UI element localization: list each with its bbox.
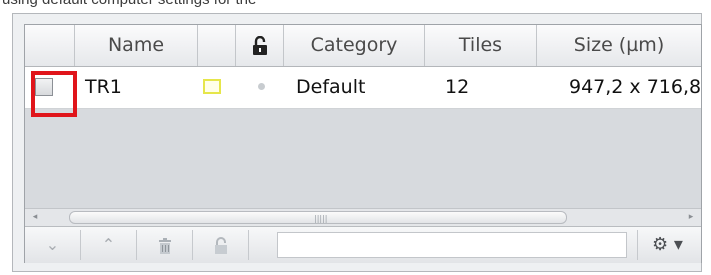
header-size[interactable]: Size (µm) <box>537 25 701 66</box>
table-toolbar: ⌄ ⌃ ⚙ ▾ <box>25 226 701 263</box>
grip-icon: ||||| <box>314 214 328 223</box>
trash-icon <box>158 237 171 254</box>
scroll-left-arrow-icon[interactable]: ◂ <box>25 209 45 226</box>
tile-regions-table: Name Category Tiles Size (µm) TR1 Defaul… <box>24 24 702 263</box>
row-size: 947,2 x 716,8 <box>569 76 702 98</box>
scroll-right-arrow-icon[interactable]: ▸ <box>681 209 701 226</box>
lock-open-icon <box>252 35 267 55</box>
color-swatch[interactable] <box>203 79 221 94</box>
gear-icon: ⚙ ▾ <box>652 234 683 255</box>
horizontal-scrollbar[interactable]: ◂ ||||| ▸ <box>25 208 701 226</box>
caption-text: using default computer settings for the <box>2 0 256 9</box>
row-tiles: 12 <box>445 76 470 98</box>
row-category: Default <box>296 76 366 98</box>
header-color-column[interactable] <box>198 25 236 66</box>
header-name[interactable]: Name <box>75 25 198 66</box>
lock-state-dot[interactable] <box>258 83 265 90</box>
lock-button[interactable] <box>193 230 249 260</box>
delete-button[interactable] <box>137 230 193 260</box>
toolbar-field[interactable] <box>277 232 627 258</box>
table-row[interactable]: TR1 Default 12 947,2 x 716,8 <box>25 67 701 109</box>
highlight-box <box>31 71 77 117</box>
move-up-button[interactable]: ⌃ <box>81 230 137 260</box>
move-down-button[interactable]: ⌄ <box>25 230 81 260</box>
lock-icon <box>214 236 227 254</box>
row-name: TR1 <box>85 76 122 98</box>
settings-menu-button[interactable]: ⚙ ▾ <box>637 230 697 260</box>
header-category[interactable]: Category <box>284 25 425 66</box>
table-header: Name Category Tiles Size (µm) <box>25 25 701 67</box>
scroll-thumb[interactable]: ||||| <box>69 211 567 224</box>
header-checkbox-column[interactable] <box>25 25 75 66</box>
header-lock[interactable] <box>236 25 284 66</box>
header-tiles[interactable]: Tiles <box>425 25 537 66</box>
